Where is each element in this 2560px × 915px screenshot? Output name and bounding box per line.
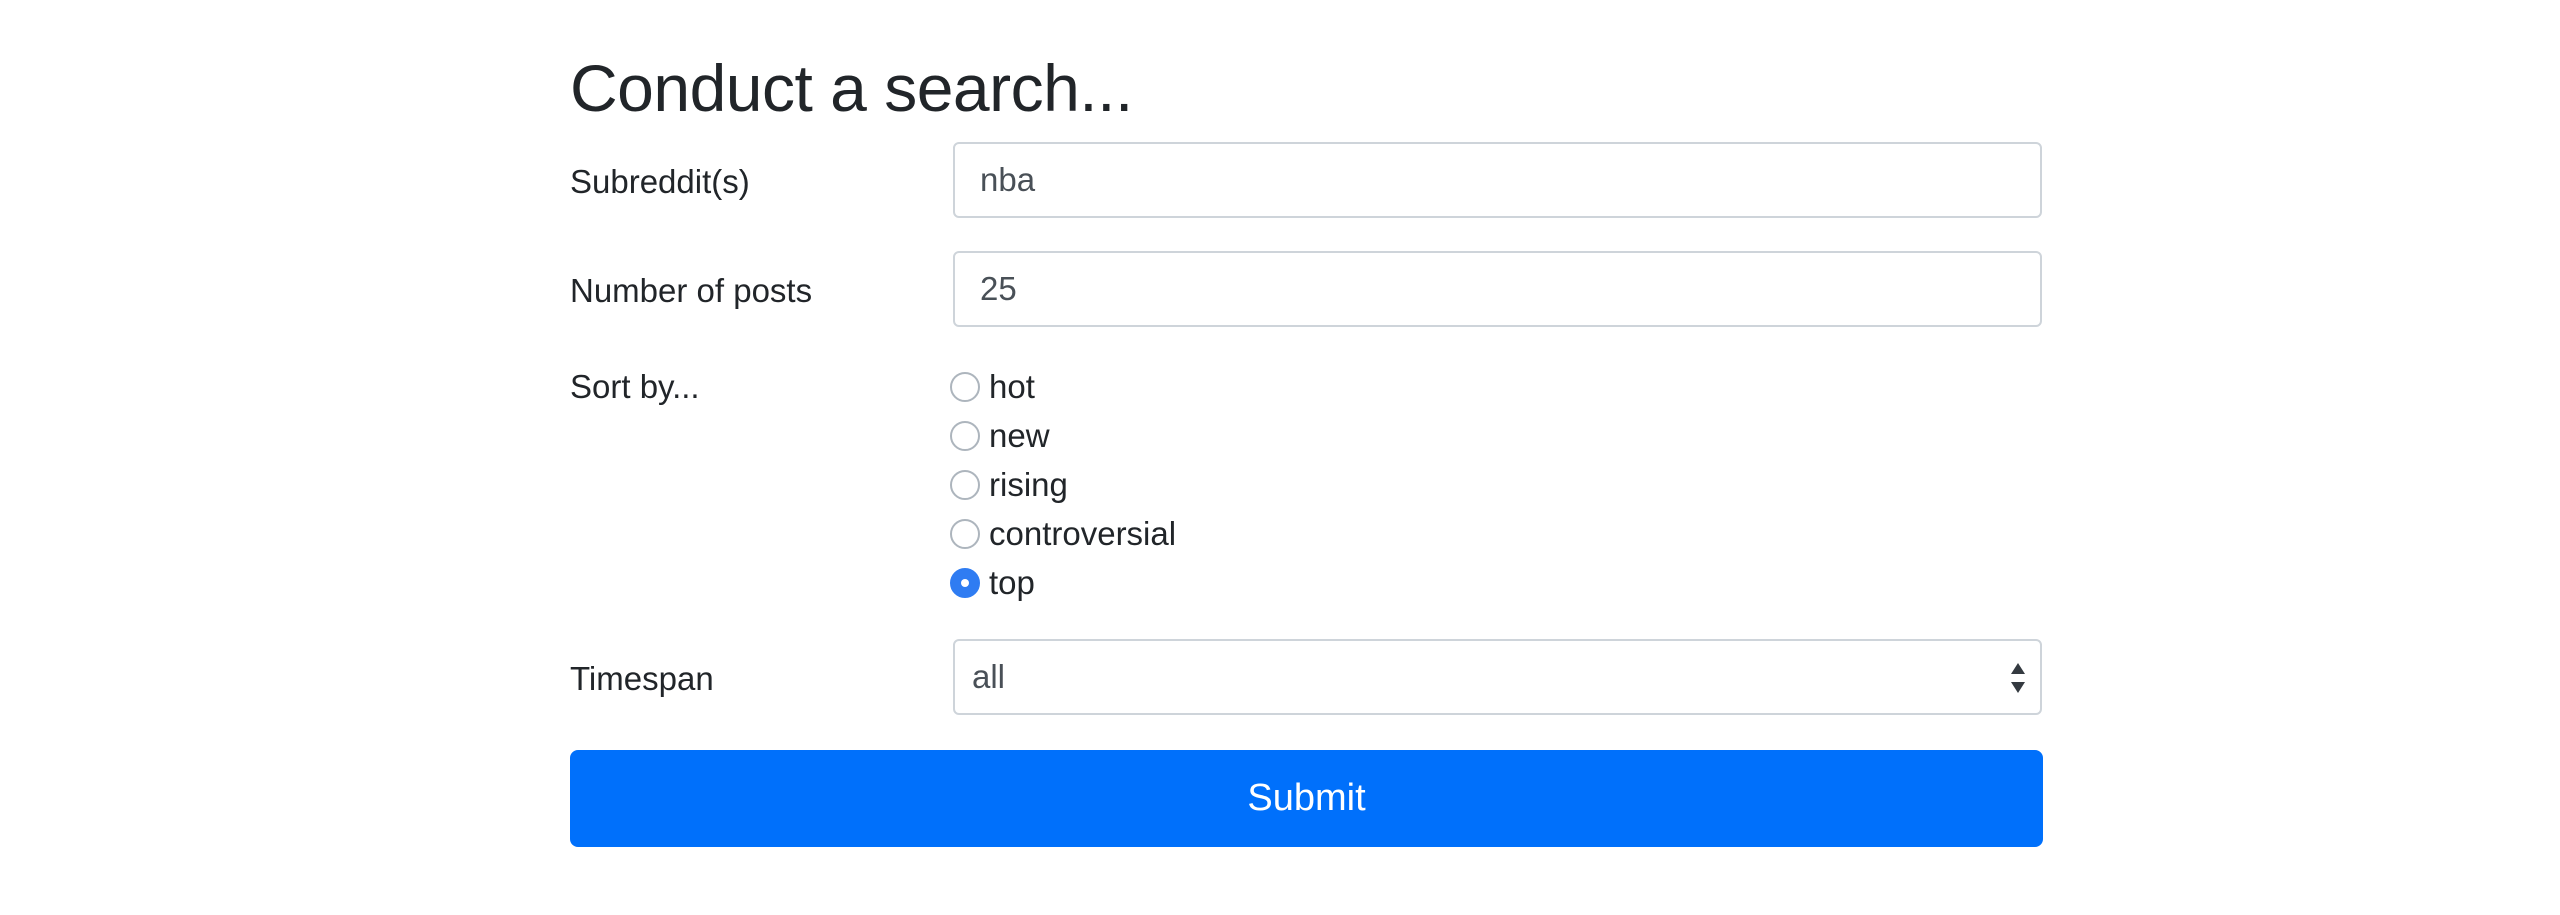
radio-option-top[interactable]: top xyxy=(950,563,1035,603)
radio-label: rising xyxy=(989,466,1068,503)
subreddit-input[interactable] xyxy=(953,142,2042,218)
num-posts-label: Number of posts xyxy=(570,272,813,309)
page-title: Conduct a search... xyxy=(570,51,1133,125)
subreddit-label: Subreddit(s) xyxy=(570,163,750,200)
radio-button-checked[interactable] xyxy=(950,568,980,598)
submit-button[interactable]: Submit xyxy=(570,750,2043,847)
radio-button[interactable] xyxy=(950,519,980,549)
radio-label: hot xyxy=(989,368,1035,405)
timespan-selected-value: all xyxy=(972,658,1006,695)
radio-button[interactable] xyxy=(950,372,980,402)
radio-label: new xyxy=(989,417,1050,454)
radio-option-new[interactable]: new xyxy=(950,416,1050,456)
num-posts-input[interactable] xyxy=(953,251,2042,327)
timespan-label: Timespan xyxy=(570,660,714,697)
radio-button[interactable] xyxy=(950,470,980,500)
radio-label: controversial xyxy=(989,515,1177,552)
radio-label: top xyxy=(989,564,1035,601)
radio-option-rising[interactable]: rising xyxy=(950,465,1068,505)
timespan-select[interactable]: all xyxy=(953,639,2042,715)
radio-option-hot[interactable]: hot xyxy=(950,367,1035,407)
radio-option-controversial[interactable]: controversial xyxy=(950,514,1176,554)
sort-label: Sort by... xyxy=(570,368,700,405)
sort-arrows-icon xyxy=(2010,661,2026,695)
radio-button[interactable] xyxy=(950,421,980,451)
